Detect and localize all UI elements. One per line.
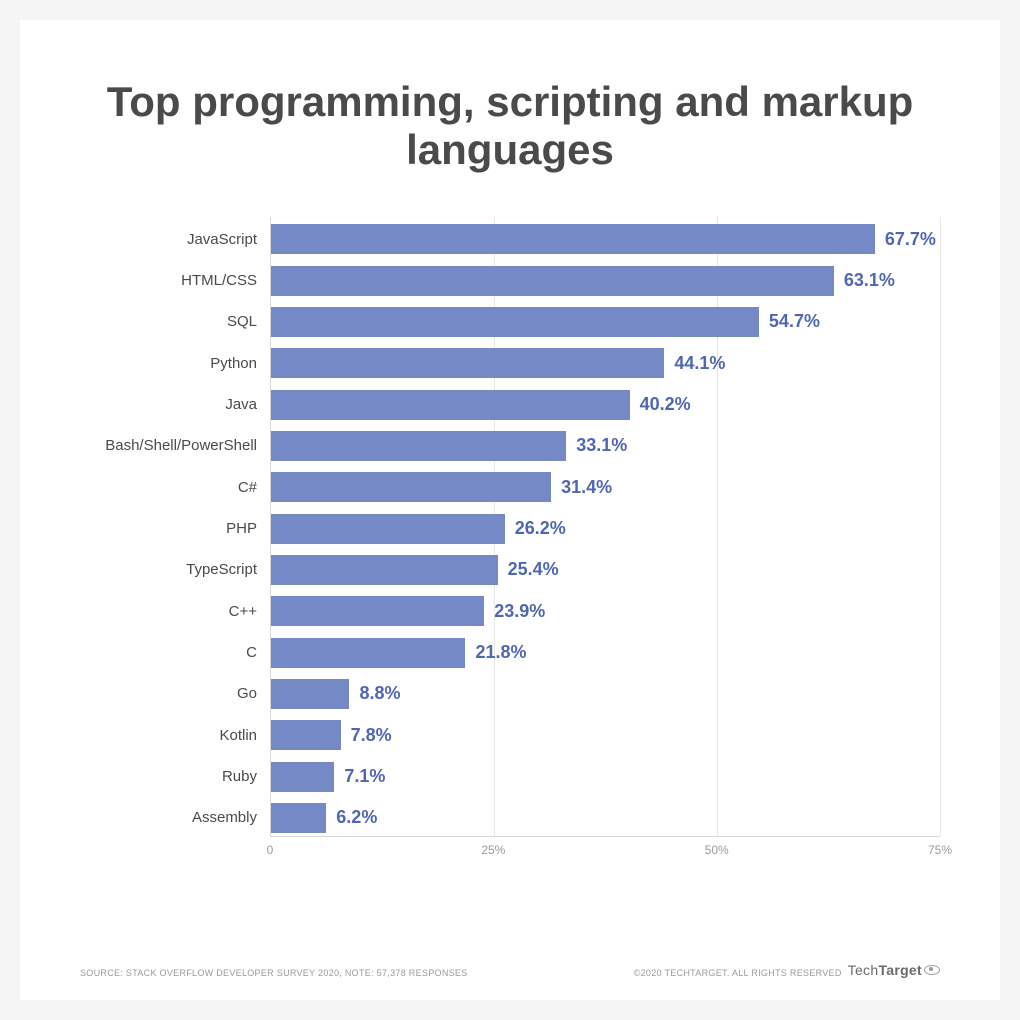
plot-area: JavaScript67.7% HTML/CSS63.1% SQL54.7% Pyth… xyxy=(270,217,940,837)
value-label: 31.4% xyxy=(561,477,612,498)
bar xyxy=(271,803,326,833)
bar xyxy=(271,472,551,502)
category-label: Bash/Shell/PowerShell xyxy=(105,437,257,454)
category-label: C xyxy=(246,644,257,661)
bar-row: Python44.1% xyxy=(271,348,940,378)
techtarget-logo: TechTarget xyxy=(848,962,940,978)
bar-row: Bash/Shell/PowerShell33.1% xyxy=(271,431,940,461)
chart-card: Top programming, scripting and markup la… xyxy=(20,20,1000,1000)
copyright-text: ©2020 TECHTARGET. ALL RIGHTS RESERVED xyxy=(634,968,842,978)
brand-area: ©2020 TECHTARGET. ALL RIGHTS RESERVED Te… xyxy=(634,962,940,978)
bar-row: Assembly6.2% xyxy=(271,803,940,833)
value-label: 6.2% xyxy=(336,807,377,828)
value-label: 40.2% xyxy=(640,394,691,415)
bar-row: HTML/CSS63.1% xyxy=(271,266,940,296)
value-label: 25.4% xyxy=(508,559,559,580)
x-tick-label: 0 xyxy=(267,843,274,857)
category-label: PHP xyxy=(226,520,257,537)
bar-row: Ruby7.1% xyxy=(271,762,940,792)
category-label: Java xyxy=(225,396,257,413)
bar-row: C#31.4% xyxy=(271,472,940,502)
bar xyxy=(271,390,630,420)
category-label: JavaScript xyxy=(187,231,257,248)
x-tick-label: 50% xyxy=(705,843,729,857)
bar-row: Go8.8% xyxy=(271,679,940,709)
bar xyxy=(271,348,664,378)
value-label: 7.1% xyxy=(344,766,385,787)
chart-container: JavaScript67.7%HTML/CSS63.1%SQL54.7%Pyth… xyxy=(80,217,940,859)
x-axis-ticks: 025%50%75% xyxy=(270,837,940,859)
chart-title: Top programming, scripting and markup la… xyxy=(80,78,940,175)
bar-row: JavaScript67.7% xyxy=(271,224,940,254)
value-label: 33.1% xyxy=(576,435,627,456)
bar xyxy=(271,514,505,544)
brand-prefix: Tech xyxy=(848,962,879,978)
bar-row: SQL54.7% xyxy=(271,307,940,337)
bar xyxy=(271,266,834,296)
x-tick-label: 75% xyxy=(928,843,952,857)
bar xyxy=(271,431,566,461)
category-label: C++ xyxy=(229,603,257,620)
x-tick-label: 25% xyxy=(481,843,505,857)
category-label: Ruby xyxy=(222,768,257,785)
value-label: 23.9% xyxy=(494,601,545,622)
brand-suffix: Target xyxy=(878,962,922,978)
category-label: TypeScript xyxy=(186,561,257,578)
value-label: 54.7% xyxy=(769,311,820,332)
bar-row: C21.8% xyxy=(271,638,940,668)
value-label: 8.8% xyxy=(359,683,400,704)
bar-row: PHP26.2% xyxy=(271,514,940,544)
bar xyxy=(271,762,334,792)
category-label: Python xyxy=(210,355,257,372)
bar-row: Kotlin7.8% xyxy=(271,720,940,750)
chart-footer: SOURCE: STACK OVERFLOW DEVELOPER SURVEY … xyxy=(80,962,940,978)
bar-row: TypeScript25.4% xyxy=(271,555,940,585)
value-label: 21.8% xyxy=(475,642,526,663)
category-label: SQL xyxy=(227,313,257,330)
value-label: 44.1% xyxy=(674,353,725,374)
bar xyxy=(271,596,484,626)
bar xyxy=(271,224,875,254)
gridline xyxy=(940,217,941,836)
value-label: 7.8% xyxy=(351,725,392,746)
bar-row: C++23.9% xyxy=(271,596,940,626)
bar-row: Java40.2% xyxy=(271,390,940,420)
bar xyxy=(271,720,341,750)
bar xyxy=(271,307,759,337)
category-label: Go xyxy=(237,685,257,702)
category-label: Kotlin xyxy=(219,727,257,744)
value-label: 26.2% xyxy=(515,518,566,539)
category-label: Assembly xyxy=(192,809,257,826)
eye-icon xyxy=(924,965,940,975)
bar xyxy=(271,679,349,709)
bar xyxy=(271,638,465,668)
source-note: SOURCE: STACK OVERFLOW DEVELOPER SURVEY … xyxy=(80,968,468,978)
bar xyxy=(271,555,498,585)
value-label: 63.1% xyxy=(844,270,895,291)
category-label: C# xyxy=(238,479,257,496)
value-label: 67.7% xyxy=(885,229,936,250)
category-label: HTML/CSS xyxy=(181,272,257,289)
